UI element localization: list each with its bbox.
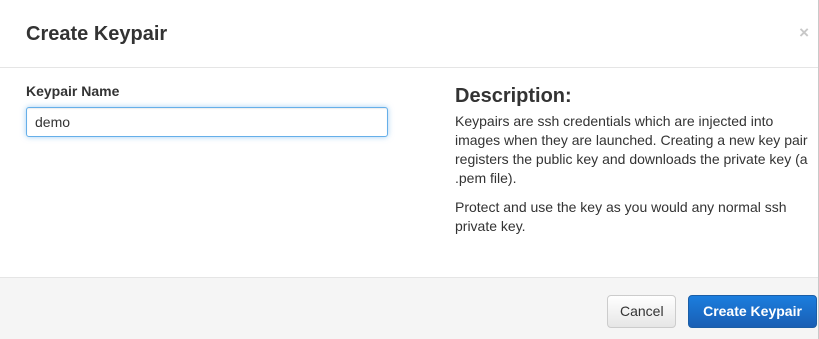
description-paragraph-1: Keypairs are ssh credentials which are i… bbox=[455, 113, 808, 186]
keypair-name-input[interactable] bbox=[26, 107, 388, 137]
keypair-name-label: Keypair Name bbox=[26, 83, 120, 99]
modal-header: Create Keypair × bbox=[0, 0, 818, 68]
description-paragraph-2: Protect and use the key as you would any… bbox=[455, 199, 787, 234]
cancel-button[interactable]: Cancel bbox=[607, 295, 676, 328]
description-panel: Description: Keypairs are ssh credential… bbox=[455, 84, 815, 246]
create-keypair-button[interactable]: Create Keypair bbox=[688, 295, 817, 328]
modal-title: Create Keypair bbox=[26, 23, 168, 45]
create-keypair-modal: Create Keypair × Keypair Name Descriptio… bbox=[0, 0, 819, 339]
close-icon[interactable]: × bbox=[799, 24, 809, 41]
modal-footer: Cancel Create Keypair bbox=[0, 277, 818, 339]
description-title: Description: bbox=[455, 85, 572, 107]
